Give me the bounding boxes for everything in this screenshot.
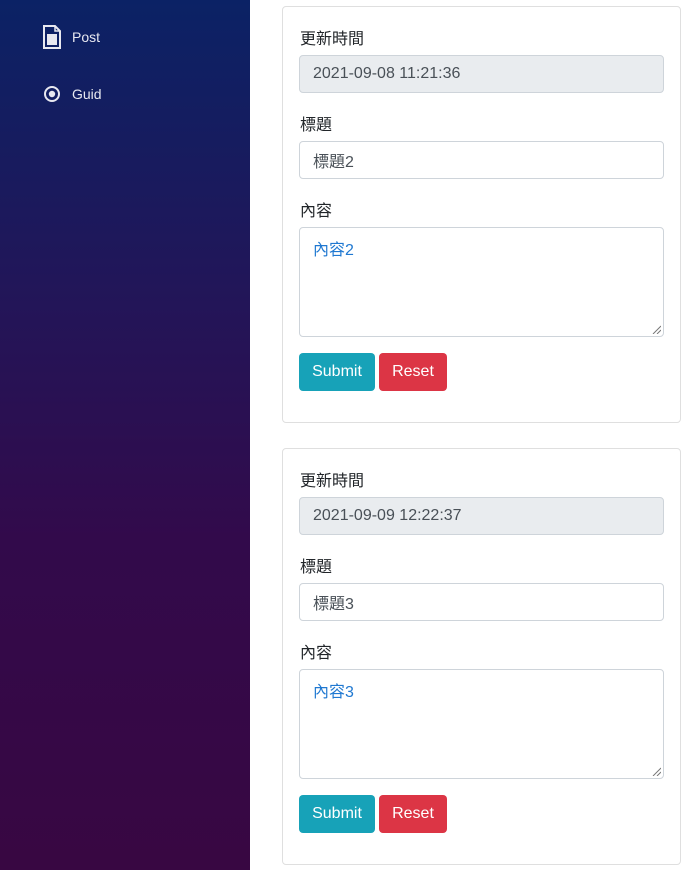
resize-grip-icon[interactable] <box>652 325 661 334</box>
content-text: 內容3 <box>313 684 354 701</box>
content-textarea[interactable]: 內容2 <box>299 227 664 337</box>
resize-grip-icon[interactable] <box>652 767 661 776</box>
sidebar-item-guid[interactable]: Guid <box>42 82 102 106</box>
updated-time-label: 更新時間 <box>300 473 365 490</box>
post-form-card: 更新時間 2021-09-09 12:22:37 標題 標題3 內容 內容3 S… <box>282 448 681 865</box>
document-icon <box>42 25 62 49</box>
main-content: 更新時間 2021-09-08 11:21:36 標題 標題2 內容 內容2 S… <box>250 0 683 870</box>
content-text: 內容2 <box>313 242 354 259</box>
content-label: 內容 <box>300 645 333 662</box>
submit-button[interactable]: Submit <box>299 795 375 833</box>
content-textarea[interactable]: 內容3 <box>299 669 664 779</box>
radio-circle-icon <box>42 82 62 106</box>
updated-time-label: 更新時間 <box>300 31 365 48</box>
post-form-card: 更新時間 2021-09-08 11:21:36 標題 標題2 內容 內容2 S… <box>282 6 681 423</box>
title-label: 標題 <box>300 117 333 134</box>
updated-time-field: 2021-09-09 12:22:37 <box>299 497 664 535</box>
content-label: 內容 <box>300 203 333 220</box>
title-input[interactable]: 標題3 <box>299 583 664 621</box>
reset-button[interactable]: Reset <box>379 353 447 391</box>
sidebar-item-label: Post <box>72 29 101 45</box>
title-input[interactable]: 標題2 <box>299 141 664 179</box>
reset-button[interactable]: Reset <box>379 795 447 833</box>
sidebar-item-label: Guid <box>72 86 102 102</box>
title-label: 標題 <box>300 559 333 576</box>
submit-button[interactable]: Submit <box>299 353 375 391</box>
sidebar-item-post[interactable]: Post <box>42 25 100 49</box>
sidebar: Post Guid <box>0 0 250 870</box>
updated-time-field: 2021-09-08 11:21:36 <box>299 55 664 93</box>
